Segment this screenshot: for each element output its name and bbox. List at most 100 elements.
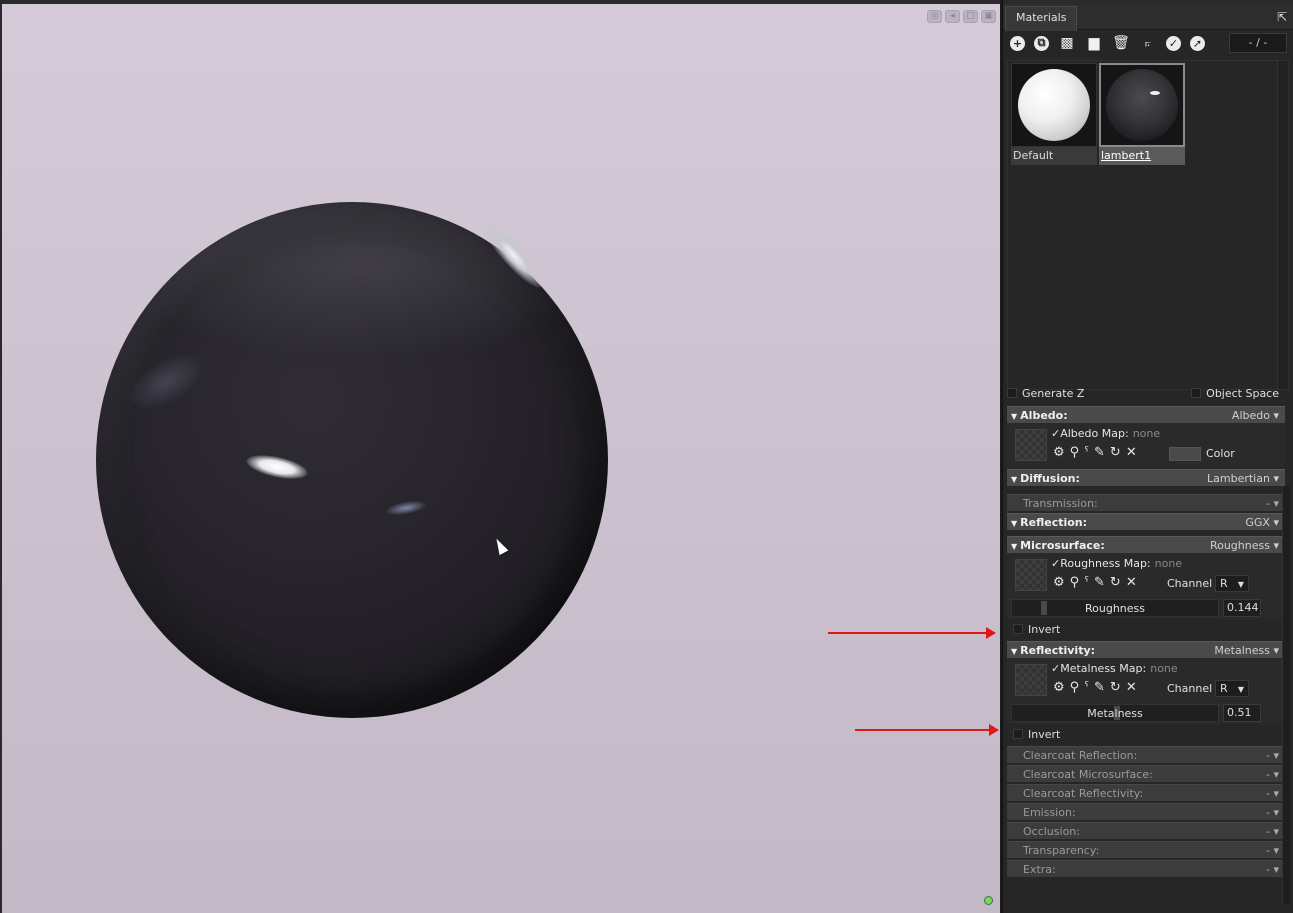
- section-mode-dropdown[interactable]: - ▾: [1266, 825, 1279, 838]
- section-collapsed[interactable]: Extra: - ▾: [1007, 860, 1285, 877]
- section-transmission[interactable]: Transmission: - ▾: [1007, 494, 1285, 511]
- duplicate-icon[interactable]: ⧉: [1034, 35, 1049, 51]
- panel-scrollbar[interactable]: [1282, 486, 1290, 904]
- preview-ball: [1106, 69, 1178, 141]
- section-title: Albedo:: [1020, 408, 1068, 422]
- section-title: Emission:: [1023, 805, 1076, 819]
- section-mode-dropdown[interactable]: Lambertian ▾: [1207, 472, 1279, 485]
- metalness-invert-row: Invert: [1007, 724, 1285, 744]
- library-scrollbar[interactable]: [1277, 61, 1288, 389]
- section-collapsed[interactable]: Emission: - ▾: [1007, 803, 1285, 820]
- new-material-icon[interactable]: +: [1010, 35, 1025, 51]
- search-icon[interactable]: ⚲: [1070, 680, 1080, 695]
- roughness-map-box: ✓Roughness Map: none ⚙ ⚲ ˁ ✎ ↻ ✕ Channel R: [1007, 553, 1285, 597]
- collapse-arrow-icon: ▼: [1011, 518, 1018, 528]
- albedo-map-swatch[interactable]: [1015, 429, 1047, 461]
- section-collapsed[interactable]: Clearcoat Microsurface: - ▾: [1007, 765, 1285, 782]
- map-tools: ⚙ ⚲ ˁ ✎ ↻ ✕: [1053, 445, 1137, 460]
- image-icon[interactable]: ▣: [981, 10, 996, 23]
- pick-icon[interactable]: ⟔: [1139, 34, 1157, 52]
- invert-checkbox[interactable]: [1013, 624, 1023, 634]
- popout-icon[interactable]: ⇱: [1277, 10, 1287, 24]
- eyedropper-icon[interactable]: ˁ: [1084, 680, 1089, 695]
- color-label: Color: [1206, 447, 1235, 460]
- export-icon[interactable]: ➚: [1190, 35, 1205, 51]
- metalness-slider[interactable]: Metalness: [1011, 704, 1219, 722]
- search-icon[interactable]: ⚲: [1070, 445, 1080, 460]
- material-name: lambert1: [1099, 147, 1185, 165]
- metalness-map-title: ✓Metalness Map: none: [1051, 662, 1178, 675]
- section-mode-dropdown[interactable]: - ▾: [1266, 844, 1279, 857]
- reload-icon[interactable]: ↻: [1110, 575, 1121, 590]
- material-thumb-default[interactable]: Default: [1011, 63, 1097, 165]
- camera-icon[interactable]: ◎: [927, 10, 942, 23]
- tab-materials[interactable]: Materials: [1005, 6, 1078, 31]
- viewport-icon-bar: ◎ ◂ □ ▣: [927, 10, 996, 23]
- folder-icon[interactable]: ▆: [1085, 34, 1103, 52]
- section-reflectivity[interactable]: ▼ Reflectivity: Metalness ▾: [1007, 641, 1285, 658]
- reload-icon[interactable]: ↻: [1110, 445, 1121, 460]
- section-mode-dropdown[interactable]: - ▾: [1266, 787, 1279, 800]
- section-title: Microsurface:: [1020, 538, 1105, 552]
- section-mode-dropdown[interactable]: Metalness ▾: [1214, 644, 1279, 657]
- section-albedo[interactable]: ▼ Albedo: Albedo ▾: [1007, 406, 1285, 423]
- brush-icon[interactable]: ✎: [1094, 445, 1105, 460]
- section-mode-dropdown[interactable]: - ▾: [1266, 749, 1279, 762]
- eyedropper-icon[interactable]: ˁ: [1084, 445, 1089, 460]
- reload-icon[interactable]: ↻: [1110, 680, 1121, 695]
- section-mode-dropdown[interactable]: - ▾: [1266, 497, 1279, 510]
- collapsed-sections: Clearcoat Reflection: - ▾ Clearcoat Micros…: [1007, 746, 1285, 877]
- delete-icon[interactable]: 🗑: [1112, 34, 1130, 52]
- checker-icon[interactable]: ▩: [1058, 34, 1076, 52]
- section-mode-dropdown[interactable]: Roughness ▾: [1210, 539, 1279, 552]
- section-mode-dropdown[interactable]: - ▾: [1266, 806, 1279, 819]
- viewport-3d[interactable]: ◎ ◂ □ ▣: [0, 0, 1000, 913]
- gear-icon[interactable]: ⚙: [1053, 575, 1065, 590]
- close-icon[interactable]: ✕: [1126, 445, 1137, 460]
- channel-label: Channel: [1167, 577, 1213, 590]
- section-collapsed[interactable]: Clearcoat Reflectivity: - ▾: [1007, 784, 1285, 801]
- channel-select[interactable]: R: [1215, 680, 1249, 697]
- page-indicator[interactable]: - / -: [1229, 33, 1287, 53]
- gear-icon[interactable]: ⚙: [1053, 680, 1065, 695]
- audio-icon[interactable]: ◂: [945, 10, 960, 23]
- section-microsurface[interactable]: ▼ Microsurface: Roughness ▾: [1007, 536, 1285, 553]
- albedo-map-title: ✓Albedo Map: none: [1051, 427, 1161, 440]
- roughness-map-swatch[interactable]: [1015, 559, 1047, 591]
- annotation-arrow-roughness: [828, 627, 996, 639]
- close-icon[interactable]: ✕: [1126, 680, 1137, 695]
- frame-icon[interactable]: □: [963, 10, 978, 23]
- section-collapsed[interactable]: Transparency: - ▾: [1007, 841, 1285, 858]
- roughness-slider[interactable]: Roughness: [1011, 599, 1219, 617]
- object-space-checkbox[interactable]: [1191, 388, 1202, 398]
- brush-icon[interactable]: ✎: [1094, 680, 1105, 695]
- material-preview-sphere[interactable]: [96, 202, 608, 718]
- gear-icon[interactable]: ⚙: [1053, 445, 1065, 460]
- sphere-highlight-main: [244, 450, 310, 484]
- albedo-color-swatch[interactable]: [1169, 447, 1201, 461]
- roughness-slider-row: Roughness 0.144: [1007, 597, 1285, 619]
- metalness-map-swatch[interactable]: [1015, 664, 1047, 696]
- section-reflection[interactable]: ▼ Reflection: GGX ▾: [1007, 513, 1285, 530]
- material-name: Default: [1011, 147, 1097, 165]
- material-thumb-lambert1[interactable]: lambert1: [1099, 63, 1185, 165]
- brush-icon[interactable]: ✎: [1094, 575, 1105, 590]
- select-icon[interactable]: ✓: [1166, 35, 1181, 51]
- metalness-value-input[interactable]: 0.51: [1223, 704, 1261, 722]
- channel-select[interactable]: R: [1215, 575, 1249, 592]
- channel-label: Channel: [1167, 682, 1213, 695]
- section-mode-dropdown[interactable]: - ▾: [1266, 863, 1279, 876]
- roughness-value-input[interactable]: 0.144: [1223, 599, 1261, 617]
- close-icon[interactable]: ✕: [1126, 575, 1137, 590]
- section-diffusion[interactable]: ▼ Diffusion: Lambertian ▾: [1007, 469, 1285, 486]
- invert-checkbox[interactable]: [1013, 729, 1023, 739]
- section-mode-dropdown[interactable]: Albedo ▾: [1232, 409, 1279, 422]
- section-collapsed[interactable]: Occlusion: - ▾: [1007, 822, 1285, 839]
- generate-z-checkbox[interactable]: [1007, 388, 1017, 398]
- sphere-reflection-blue: [385, 498, 427, 518]
- section-mode-dropdown[interactable]: GGX ▾: [1245, 516, 1279, 529]
- search-icon[interactable]: ⚲: [1070, 575, 1080, 590]
- section-collapsed[interactable]: Clearcoat Reflection: - ▾: [1007, 746, 1285, 763]
- section-mode-dropdown[interactable]: - ▾: [1266, 768, 1279, 781]
- eyedropper-icon[interactable]: ˁ: [1084, 575, 1089, 590]
